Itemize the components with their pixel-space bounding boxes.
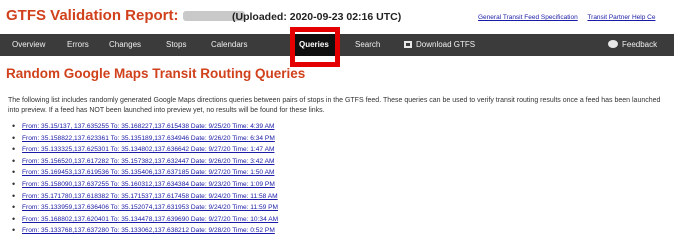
query-list: From: 35.15/137, 137.635255 To: 35.16822… <box>12 121 278 237</box>
query-link[interactable]: From: 35.168802,137.620401 To: 35.134478… <box>22 216 278 223</box>
upload-timestamp: (Uploaded: 2020-09-23 02:16 UTC) <box>232 11 402 23</box>
list-item: From: 35.156520,137.617282 To: 35.157382… <box>12 156 278 168</box>
transit-partner-help-link[interactable]: Transit Partner Help Ce <box>587 14 655 21</box>
page-heading: Random Google Maps Transit Routing Queri… <box>6 66 306 81</box>
nav-feedback-label: Feedback <box>622 40 658 49</box>
chat-bubble-icon <box>608 40 618 48</box>
list-item: From: 35.169453,137.619536 To: 35.135406… <box>12 167 278 179</box>
intro-text: The following list includes randomly gen… <box>8 97 661 114</box>
nav-stops[interactable]: Stops <box>166 34 186 56</box>
nav-errors[interactable]: Errors <box>67 34 89 56</box>
list-item: From: 35.171780,137.618382 To: 35.171537… <box>12 191 278 203</box>
nav-calendars[interactable]: Calendars <box>211 34 247 56</box>
query-link[interactable]: From: 35.133768,137.637280 To: 35.133062… <box>22 227 275 234</box>
nav-download-gtfs[interactable]: Download GTFS <box>404 34 475 56</box>
list-item: From: 35.133959,137.636406 To: 35.152074… <box>12 202 278 214</box>
gtfs-spec-link[interactable]: General Transit Feed Specification <box>478 14 578 21</box>
nav-download-gtfs-label: Download GTFS <box>416 40 476 49</box>
nav-changes[interactable]: Changes <box>109 34 141 56</box>
query-link[interactable]: From: 35.133325,137.625301 To: 35.134802… <box>22 146 274 153</box>
nav-search[interactable]: Search <box>355 34 380 56</box>
query-link[interactable]: From: 35.133959,137.636406 To: 35.152074… <box>22 204 278 211</box>
list-item: From: 35.158822,137.623361 To: 35.135189… <box>12 133 278 145</box>
report-title-text: GTFS Validation Report: <box>6 7 179 24</box>
list-item: From: 35.133768,137.637280 To: 35.133062… <box>12 225 278 237</box>
nav-feedback[interactable]: Feedback <box>608 34 657 56</box>
query-link[interactable]: From: 35.15/137, 137.635255 To: 35.16822… <box>22 123 274 130</box>
list-item: From: 35.15/137, 137.635255 To: 35.16822… <box>12 121 278 133</box>
query-link[interactable]: From: 35.158090,137.637255 To: 35.160312… <box>22 181 275 188</box>
header-links: General Transit Feed Specification Trans… <box>478 14 663 21</box>
list-item: From: 35.133325,137.625301 To: 35.134802… <box>12 144 278 156</box>
list-item: From: 35.168802,137.620401 To: 35.134478… <box>12 214 278 226</box>
list-item: From: 35.158090,137.637255 To: 35.160312… <box>12 179 278 191</box>
report-title: GTFS Validation Report: <box>6 7 253 24</box>
query-link[interactable]: From: 35.171780,137.618382 To: 35.171537… <box>22 193 278 200</box>
query-link[interactable]: From: 35.156520,137.617282 To: 35.157382… <box>22 158 274 165</box>
query-link[interactable]: From: 35.169453,137.619536 To: 35.135406… <box>22 169 274 176</box>
download-icon <box>404 41 412 48</box>
query-link[interactable]: From: 35.158822,137.623361 To: 35.135189… <box>22 135 275 142</box>
queries-tab-highlight <box>290 27 340 67</box>
nav-overview[interactable]: Overview <box>12 34 45 56</box>
